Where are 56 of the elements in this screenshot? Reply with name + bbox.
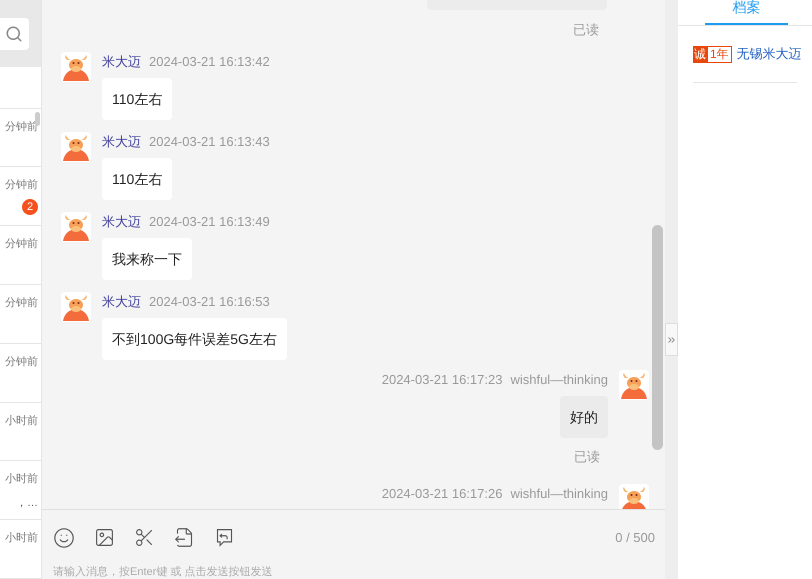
conversation-item[interactable]: 分钟前 bbox=[0, 344, 41, 403]
message-time: 2024-03-21 16:13:49 bbox=[149, 212, 270, 230]
profile-tab[interactable]: 档案 bbox=[705, 0, 788, 25]
conversation-time: 分钟前 bbox=[5, 237, 38, 252]
conversation-item[interactable]: 分钟前 2 bbox=[0, 167, 41, 226]
conversation-time: 分钟前 bbox=[5, 178, 38, 192]
character-count: 0 / 500 bbox=[615, 528, 655, 547]
message-input[interactable]: 请输入消息，按Enter键 或 点击发送按钮发送 bbox=[53, 565, 654, 579]
document-icon[interactable] bbox=[174, 527, 195, 548]
conversation-time: 分钟前 bbox=[5, 296, 38, 310]
conversation-item[interactable]: 小时前 bbox=[0, 520, 41, 579]
search-icon bbox=[5, 25, 23, 43]
message-time: 2024-03-21 16:13:43 bbox=[149, 132, 270, 150]
message-bubble: 好的 bbox=[560, 396, 608, 438]
sender-name: wishful—thinking bbox=[510, 485, 608, 503]
conversation-item[interactable]: 小时前 bbox=[0, 402, 41, 462]
sender-name: 米大迈 bbox=[102, 132, 141, 150]
message-time: 2024-03-21 16:17:23 bbox=[382, 370, 502, 388]
message-time: 2024-03-21 16:13:42 bbox=[149, 52, 270, 70]
message-time: 2024-03-21 16:16:53 bbox=[149, 292, 270, 310]
search-field[interactable] bbox=[0, 18, 29, 50]
conversation-item[interactable]: 分钟前 bbox=[0, 226, 41, 286]
conversation-item[interactable]: 小时前 ，… bbox=[0, 461, 41, 520]
conversation-preview: ，… bbox=[16, 496, 38, 510]
reply-bubble-icon[interactable] bbox=[214, 527, 235, 548]
message-bubble: 110左右 bbox=[102, 158, 172, 200]
bull-avatar-icon bbox=[61, 52, 91, 82]
unread-badge: 2 bbox=[22, 199, 38, 216]
scissors-icon[interactable] bbox=[134, 527, 155, 548]
company-link[interactable]: 无锡米大迈 bbox=[736, 44, 802, 64]
message-bubble: 110左右 bbox=[102, 78, 172, 120]
message-bubble: 不到100G每件误差5G左右 bbox=[102, 318, 287, 360]
conversation-time: 小时前 bbox=[5, 472, 38, 486]
conversation-time: 小时前 bbox=[5, 531, 38, 546]
image-icon[interactable] bbox=[94, 527, 115, 548]
badge-label: 诚 bbox=[693, 46, 707, 62]
bull-avatar-icon bbox=[61, 212, 91, 242]
message-bubble: 我来称一下 bbox=[102, 238, 192, 280]
collapse-button[interactable] bbox=[665, 323, 678, 356]
conversation-time: 小时前 bbox=[5, 414, 38, 428]
scrollbar-thumb bbox=[35, 112, 40, 126]
emoji-icon[interactable] bbox=[53, 526, 75, 549]
sender-name: 米大迈 bbox=[102, 292, 141, 310]
read-status: 已读 bbox=[574, 448, 600, 466]
sender-name: 米大迈 bbox=[102, 212, 141, 230]
read-status: 已读 bbox=[573, 21, 599, 39]
conversation-time: 分钟前 bbox=[5, 354, 38, 369]
bull-avatar-icon bbox=[619, 370, 649, 400]
sender-name: 米大迈 bbox=[102, 52, 141, 70]
bull-avatar-icon bbox=[61, 292, 91, 322]
conversation-item[interactable]: 分钟前 bbox=[0, 285, 41, 344]
message-time: 2024-03-21 16:17:26 bbox=[382, 485, 502, 503]
bull-avatar-icon bbox=[61, 132, 91, 162]
sender-name: wishful—thinking bbox=[510, 370, 608, 388]
bull-avatar-icon bbox=[619, 484, 649, 510]
badge-years: 1年 bbox=[707, 46, 732, 62]
